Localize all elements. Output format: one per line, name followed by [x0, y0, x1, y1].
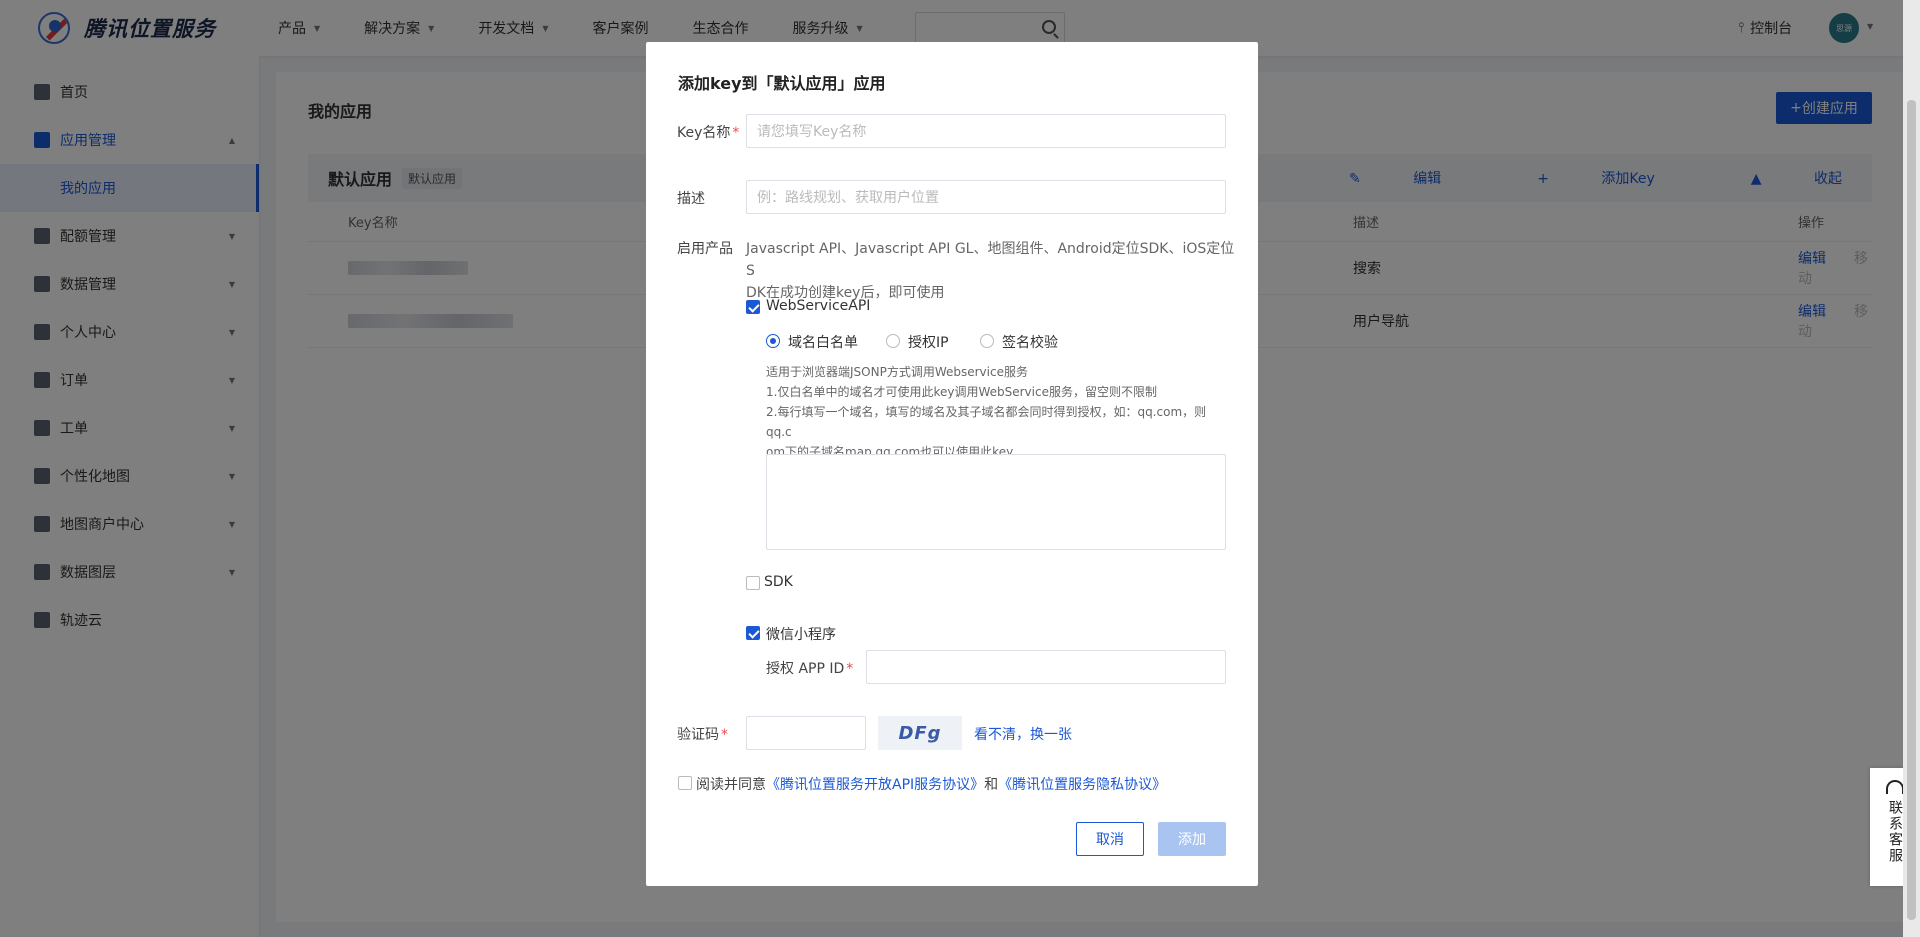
webservice-checkbox[interactable]: [746, 300, 760, 314]
radio-signature-label: 签名校验: [1002, 335, 1058, 351]
miniprogram-label: 微信小程序: [766, 627, 836, 643]
help-line: Javascript API、Javascript API GL、地图组件、An…: [746, 241, 1235, 279]
add-key-dialog: 添加key到「默认应用」应用 Key名称 * 请您填写Key名称 描述 例：路线规…: [646, 42, 1258, 886]
required-mark: *: [721, 727, 728, 743]
products-label: 启用产品: [677, 241, 733, 257]
radio-signature[interactable]: [980, 334, 994, 348]
whitelist-notes: 适用于浏览器端JSONP方式调用Webservice服务 1.仅白名单中的域名才…: [766, 362, 1226, 462]
domain-whitelist-textarea[interactable]: [766, 454, 1226, 550]
captcha-image[interactable]: DFg: [878, 716, 962, 750]
label-text: 验证码: [677, 727, 719, 743]
contact-support-label: 联系客服: [1887, 800, 1903, 864]
miniprogram-checkbox[interactable]: [746, 626, 760, 640]
captcha-refresh-link[interactable]: 看不清，换一张: [974, 724, 1072, 744]
captcha-input[interactable]: [746, 716, 866, 750]
key-name-input[interactable]: 请您填写Key名称: [746, 114, 1226, 148]
products-help: Javascript API、Javascript API GL、地图组件、An…: [746, 238, 1236, 304]
label-text: 授权 APP ID: [766, 661, 845, 677]
agree-checkbox[interactable]: [678, 776, 692, 790]
label-text: Key名称: [677, 125, 731, 141]
radio-authorized-ip-label: 授权IP: [908, 335, 949, 351]
scrollbar-thumb[interactable]: [1907, 100, 1916, 920]
dialog-title: 添加key到「默认应用」应用: [678, 74, 886, 93]
required-mark: *: [732, 125, 740, 141]
appid-label: 授权 APP ID *: [766, 658, 853, 678]
radio-domain-whitelist[interactable]: [766, 334, 780, 348]
radio-domain-whitelist-label: 域名白名单: [788, 335, 858, 351]
add-button[interactable]: 添加: [1158, 822, 1226, 856]
note-line: 1.仅白名单中的域名才可使用此key调用WebService服务，留空则不限制: [766, 385, 1157, 399]
description-label: 描述: [677, 191, 705, 207]
cancel-button[interactable]: 取消: [1076, 822, 1144, 856]
api-agreement-link[interactable]: 《腾讯位置服务开放API服务协议》: [766, 777, 984, 793]
webservice-label: WebServiceAPI: [766, 298, 871, 314]
privacy-agreement-link[interactable]: 《腾讯位置服务隐私协议》: [998, 777, 1166, 793]
sdk-checkbox[interactable]: [746, 576, 760, 590]
required-mark: *: [846, 661, 854, 677]
appid-input[interactable]: [866, 650, 1226, 684]
agree-prefix: 阅读并同意: [696, 777, 766, 793]
headset-icon: [1886, 780, 1904, 794]
note-line: 2.每行填写一个域名，填写的域名及其子域名都会同时得到授权，如：qq.com，则…: [766, 405, 1207, 439]
note-line: 适用于浏览器端JSONP方式调用Webservice服务: [766, 365, 1028, 379]
description-input[interactable]: 例：路线规划、获取用户位置: [746, 180, 1226, 214]
sdk-label: SDK: [764, 574, 793, 590]
agree-text: 阅读并同意《腾讯位置服务开放API服务协议》和《腾讯位置服务隐私协议》: [696, 774, 1166, 794]
radio-authorized-ip[interactable]: [886, 334, 900, 348]
agree-and: 和: [984, 777, 999, 793]
captcha-label: 验证码 *: [677, 724, 728, 744]
key-name-label: Key名称 *: [677, 122, 739, 142]
page-scrollbar[interactable]: [1903, 0, 1920, 937]
